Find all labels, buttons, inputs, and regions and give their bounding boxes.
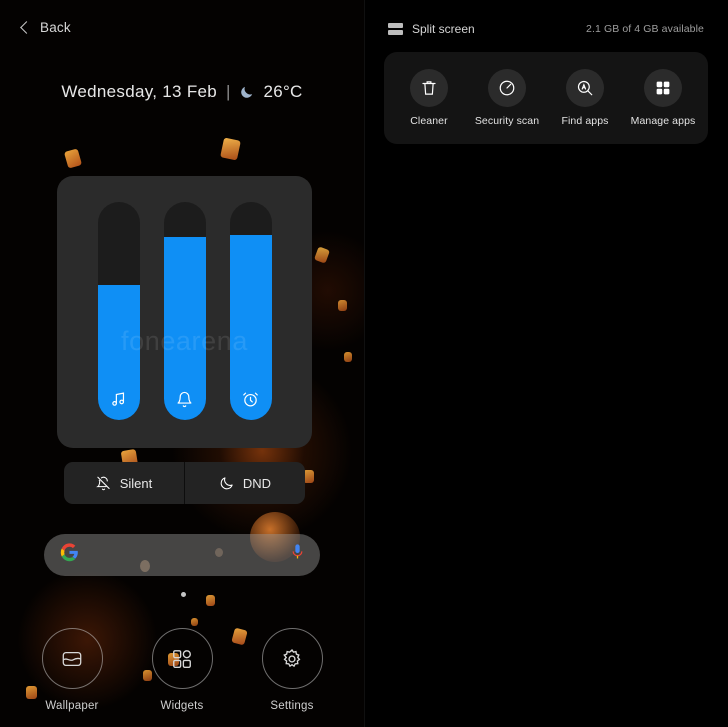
memory-status-label: 2.1 GB of 4 GB available: [586, 23, 704, 35]
widgets-grid-icon: [151, 628, 213, 689]
right-phone-screen: Split screen 2.1 GB of 4 GB available Cl…: [364, 0, 728, 727]
sound-mode-group: Silent DND: [64, 462, 305, 504]
dnd-mode-label: DND: [242, 475, 272, 491]
grid-four-icon: [644, 69, 682, 107]
comparison-screenshot: Back Wednesday, 13 Feb | 26°C Silent DND…: [0, 0, 728, 727]
panel-divider: [364, 0, 365, 727]
chevron-left-icon: [20, 21, 33, 34]
quick-action-label: Security scan: [474, 115, 540, 127]
google-search-bar[interactable]: [44, 534, 320, 576]
gear-icon: [261, 628, 323, 689]
quick-actions-bar: Cleaner Security scan Find apps Manage a…: [384, 52, 708, 144]
back-label: Back: [40, 20, 71, 35]
page-indicator-dot[interactable]: [181, 592, 186, 597]
ring-volume-slider[interactable]: [163, 202, 206, 420]
google-g-icon: [60, 543, 79, 567]
volume-slider-group: [57, 202, 312, 422]
silent-mode-button[interactable]: Silent: [64, 462, 184, 504]
quick-action-cleaner[interactable]: Cleaner: [390, 69, 468, 127]
dnd-mode-button[interactable]: DND: [184, 462, 305, 504]
dock-item-widgets[interactable]: Widgets: [151, 628, 213, 712]
moon-icon: [219, 476, 234, 491]
date-label: Wednesday, 13 Feb: [61, 82, 218, 101]
lantern-decor: [191, 618, 198, 626]
music-note-icon: [98, 391, 140, 408]
bell-off-icon: [95, 476, 111, 491]
lantern-decor: [338, 300, 347, 311]
alarm-clock-icon: [230, 391, 272, 408]
dock-label-wallpaper: Wallpaper: [45, 700, 99, 712]
lantern-decor: [206, 595, 215, 606]
bell-icon: [164, 391, 206, 408]
header-separator: |: [226, 82, 231, 101]
dock-label-settings: Settings: [270, 700, 314, 712]
gauge-icon: [488, 69, 526, 107]
quick-action-security-scan[interactable]: Security scan: [468, 69, 546, 127]
left-phone-screen: Back Wednesday, 13 Feb | 26°C Silent DND…: [0, 0, 364, 727]
alarm-volume-slider[interactable]: [229, 202, 272, 420]
back-button[interactable]: Back: [20, 20, 71, 35]
dock-item-wallpaper[interactable]: Wallpaper: [41, 628, 103, 712]
lantern-decor: [344, 352, 352, 362]
volume-panel: fonearena: [57, 176, 312, 448]
dock-item-settings[interactable]: Settings: [261, 628, 323, 712]
quick-action-label: Manage apps: [630, 115, 696, 127]
quick-action-manage-apps[interactable]: Manage apps: [624, 69, 702, 127]
media-volume-slider[interactable]: [97, 202, 140, 420]
quick-action-label: Find apps: [561, 115, 609, 127]
dock-label-widgets: Widgets: [160, 700, 204, 712]
silent-mode-label: Silent: [119, 475, 153, 491]
wallpaper-icon: [41, 628, 103, 689]
quick-action-find-apps[interactable]: Find apps: [546, 69, 624, 127]
search-a-icon: [566, 69, 604, 107]
home-editor-dock: Wallpaper Widgets Settings: [0, 628, 364, 712]
date-weather-header: Wednesday, 13 Feb | 26°C: [0, 82, 364, 102]
recents-top-bar: Split screen 2.1 GB of 4 GB available: [364, 18, 728, 40]
temperature-label: 26°C: [263, 82, 303, 101]
split-screen-label: Split screen: [412, 22, 475, 36]
trash-icon: [410, 69, 448, 107]
microphone-icon[interactable]: [291, 543, 304, 567]
split-screen-button[interactable]: Split screen: [388, 22, 475, 36]
moon-icon: [239, 85, 254, 100]
split-screen-icon: [388, 22, 403, 36]
quick-action-label: Cleaner: [410, 115, 448, 127]
